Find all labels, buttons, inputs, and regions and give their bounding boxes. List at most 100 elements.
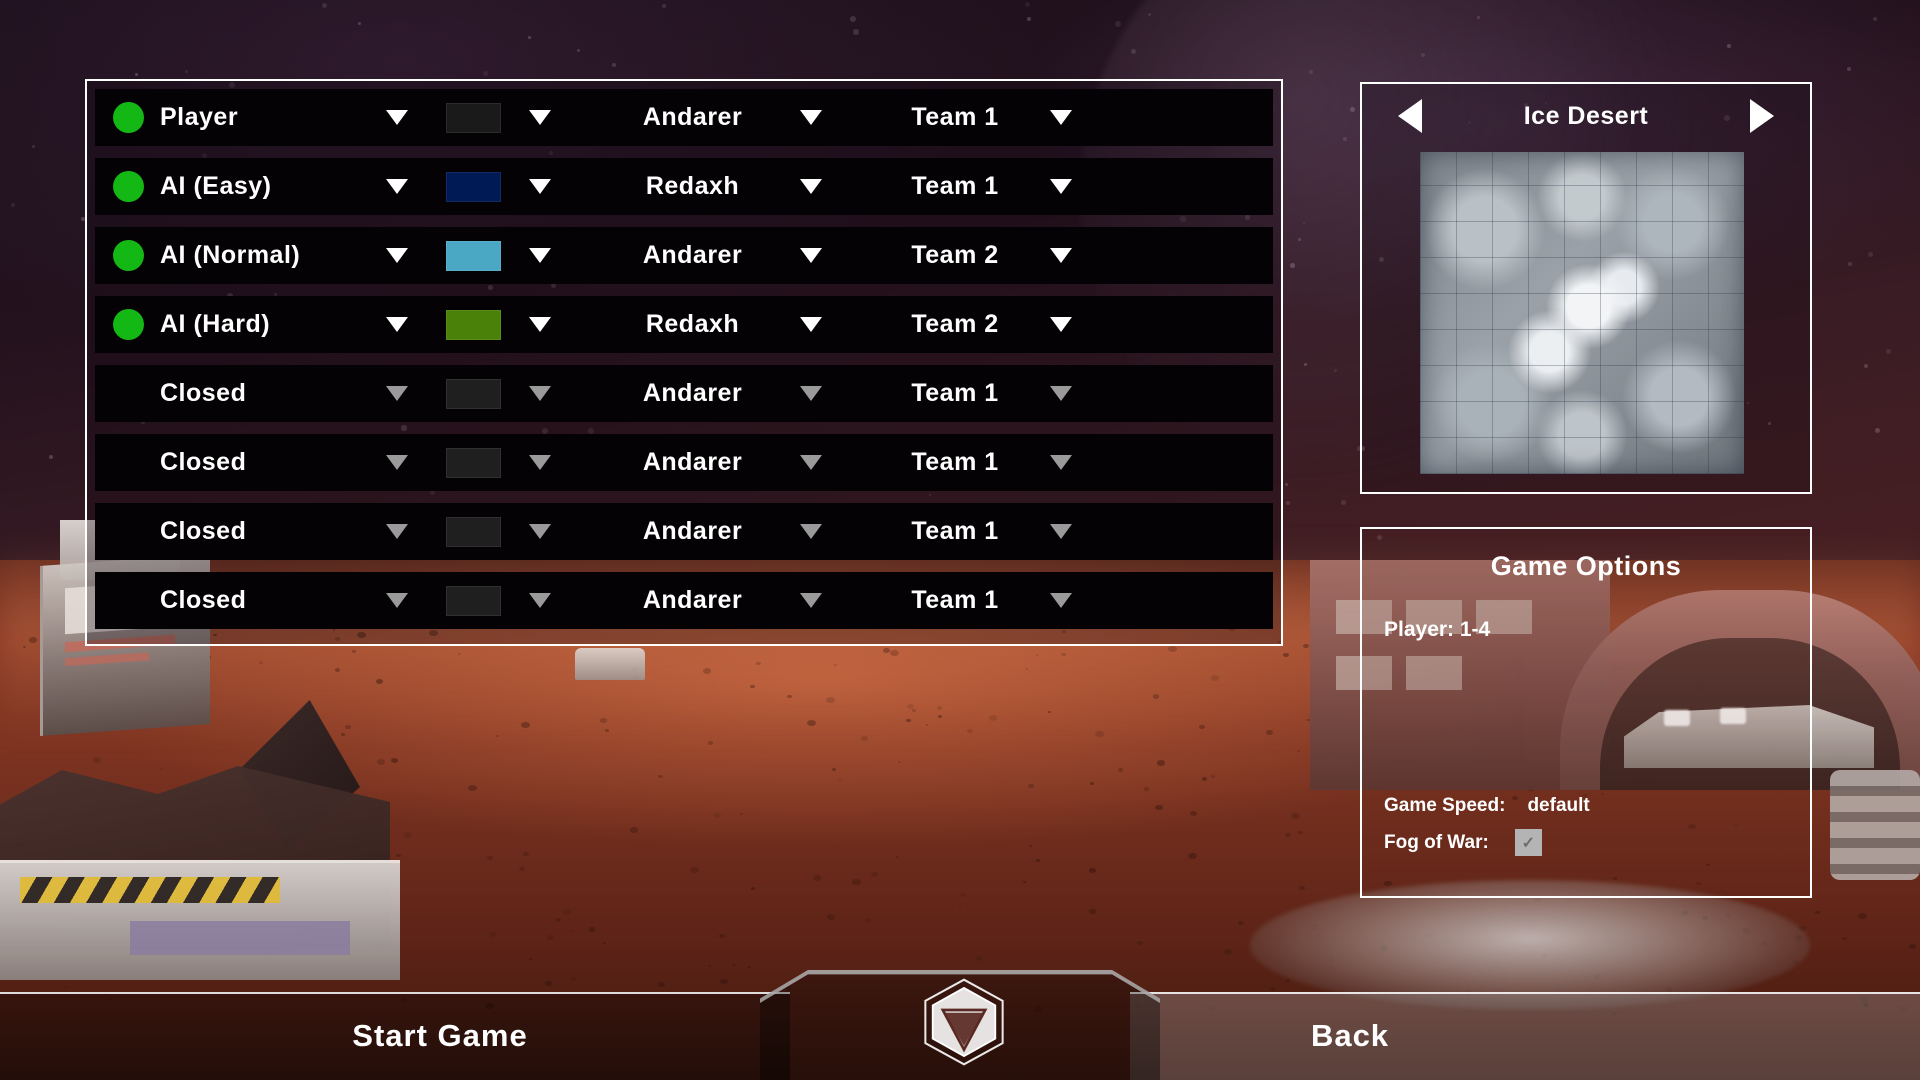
chevron-down-icon [1050,455,1072,470]
slot-faction-cell: Redaxh [585,172,800,201]
chevron-down-icon [1050,524,1072,539]
player-slot-row: Closed Andarer Team 1 [95,503,1273,560]
slot-team-cell: Team 1 [860,586,1050,615]
chevron-down-icon [529,317,551,332]
slot-faction-cell: Andarer [585,517,800,546]
slot-team-cell: Team 1 [860,172,1050,201]
slot-faction-dropdown[interactable] [800,110,822,125]
slot-faction-dropdown[interactable] [800,179,822,194]
slot-team-label: Team 1 [911,586,999,614]
slot-faction-label: Redaxh [645,310,740,338]
fog-of-war-label: Fog of War: [1384,831,1489,853]
chevron-down-icon [386,455,408,470]
start-game-button[interactable]: Start Game [320,992,560,1080]
slot-color-dropdown[interactable] [529,179,551,194]
slot-type-label: Closed [160,448,247,476]
slot-color-dropdown[interactable] [529,317,551,332]
slot-color-dropdown [529,524,551,539]
game-speed-value[interactable]: default [1527,795,1589,817]
chevron-down-icon [386,248,408,263]
slot-color-dropdown[interactable] [529,248,551,263]
color-swatch-box [446,516,501,547]
hexagon-triangle-logo-icon [918,976,1010,1068]
slot-color-swatch [446,516,501,547]
slot-color-dropdown[interactable] [529,110,551,125]
slot-color-swatch[interactable] [446,102,501,133]
slot-type-dropdown[interactable] [386,179,408,194]
pipe-stack [1830,770,1920,880]
slot-type-dropdown[interactable] [386,317,408,332]
slot-type-label: Closed [160,517,247,545]
chevron-down-icon [800,110,822,125]
slot-team-cell: Team 1 [860,103,1050,132]
slot-type-label: Closed [160,379,247,407]
slot-type-cell: AI (Hard) [160,310,360,339]
slot-status-indicator [113,309,144,340]
arrow-left-icon[interactable] [1398,99,1422,133]
slot-faction-cell: Andarer [585,448,800,477]
slot-type-cell: Closed [160,517,360,546]
slot-color-swatch[interactable] [446,309,501,340]
player-slot-row: AI (Hard) Redaxh Team 2 [95,296,1273,353]
chevron-down-icon [529,524,551,539]
map-selection-panel: Ice Desert [1360,82,1812,494]
slot-type-dropdown [386,593,408,608]
barricade [0,860,400,980]
chevron-down-icon [800,593,822,608]
back-button[interactable]: Back [1230,992,1470,1080]
chevron-down-icon [529,386,551,401]
slot-team-label: Team 1 [911,379,999,407]
chevron-down-icon [386,524,408,539]
chevron-down-icon [1050,386,1072,401]
slot-type-dropdown[interactable] [386,248,408,263]
map-thumbnail[interactable] [1420,152,1744,474]
chevron-down-icon [529,593,551,608]
slot-type-dropdown[interactable] [386,110,408,125]
color-swatch-box [446,309,501,340]
slot-team-dropdown [1050,455,1072,470]
arrow-right-icon[interactable] [1750,99,1774,133]
player-count-label: Player: 1-4 [1384,618,1491,641]
slot-faction-dropdown[interactable] [800,248,822,263]
slot-team-dropdown[interactable] [1050,110,1072,125]
chevron-down-icon [1050,110,1072,125]
chevron-down-icon [800,524,822,539]
player-slot-row: Closed Andarer Team 1 [95,365,1273,422]
chevron-down-icon [800,455,822,470]
chevron-down-icon [386,317,408,332]
slot-team-dropdown[interactable] [1050,317,1072,332]
slot-type-cell: Player [160,103,360,132]
slot-status-indicator [113,240,144,271]
slot-team-label: Team 1 [911,103,999,131]
chevron-down-icon [1050,179,1072,194]
chevron-down-icon [1050,593,1072,608]
slot-team-cell: Team 2 [860,310,1050,339]
slot-team-label: Team 1 [911,172,999,200]
slot-faction-dropdown [800,524,822,539]
slot-color-swatch[interactable] [446,171,501,202]
slot-status-indicator [113,585,144,616]
slot-team-dropdown[interactable] [1050,179,1072,194]
chevron-down-icon [800,386,822,401]
chevron-down-icon [386,110,408,125]
slot-color-swatch[interactable] [446,240,501,271]
slot-color-dropdown [529,455,551,470]
chevron-down-icon [529,179,551,194]
map-header: Ice Desert [1362,84,1810,148]
slot-faction-dropdown[interactable] [800,317,822,332]
game-options-title: Game Options [1490,551,1682,581]
chevron-down-icon [529,248,551,263]
slot-faction-cell: Andarer [585,241,800,270]
slot-team-cell: Team 1 [860,448,1050,477]
slot-faction-label: Andarer [642,517,743,545]
color-swatch-box [446,378,501,409]
slot-color-swatch [446,447,501,478]
slot-team-label: Team 2 [911,310,999,338]
slot-status-indicator [113,171,144,202]
chevron-down-icon [800,248,822,263]
slot-team-dropdown[interactable] [1050,248,1072,263]
player-slot-row: Closed Andarer Team 1 [95,572,1273,629]
bottom-action-bar: Start Game Back [0,970,1920,1080]
fog-of-war-checkbox[interactable]: ✓ [1514,829,1542,856]
slot-color-dropdown [529,593,551,608]
